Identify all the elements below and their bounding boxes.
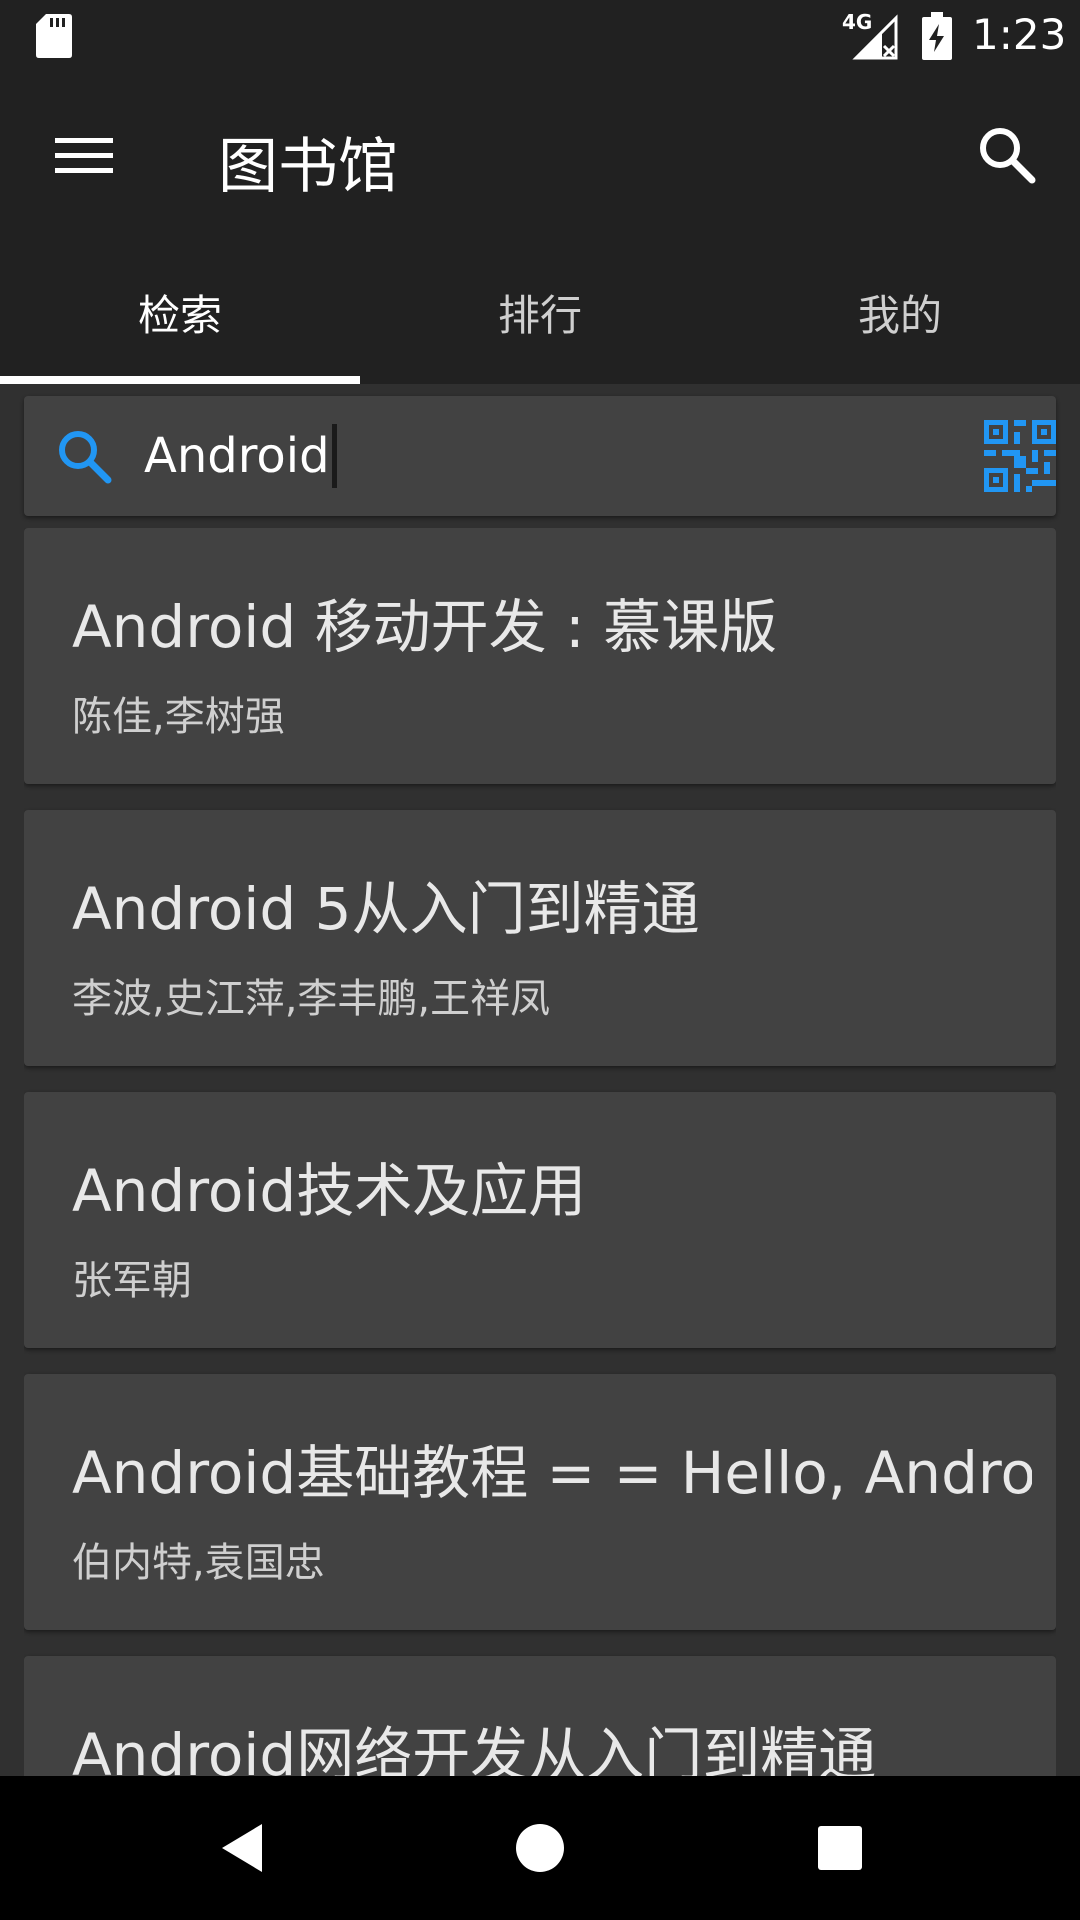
tab-bar: 检索 排行 我的: [0, 240, 1080, 384]
app-bar: 图书馆: [0, 72, 1080, 240]
status-bar: 4G 1:23: [0, 0, 1080, 72]
tab-ranking[interactable]: 排行: [360, 240, 720, 384]
book-list: Android 移动开发 : 慕课版 陈佳,李树强 Android 5从入门到精…: [24, 528, 1056, 1776]
cell-signal-icon: 4G: [842, 10, 900, 60]
home-circle-icon[interactable]: [512, 1820, 568, 1876]
text-cursor: [332, 424, 337, 488]
book-title: Android网络开发从入门到精通: [72, 1721, 877, 1776]
search-icon: [59, 431, 112, 484]
book-title: Android基础教程 = = Hello, Androi..: [72, 1439, 1032, 1507]
qr-code-icon[interactable]: [984, 420, 1056, 492]
search-input[interactable]: [144, 420, 904, 492]
tab-mine[interactable]: 我的: [720, 240, 1080, 384]
list-item[interactable]: Android 5从入门到精通 李波,史江萍,李丰鹏,王祥凤: [24, 810, 1056, 1066]
book-title: Android 5从入门到精通: [72, 875, 700, 943]
back-triangle-icon[interactable]: [214, 1820, 270, 1876]
hamburger-menu-icon[interactable]: [55, 132, 113, 180]
list-item[interactable]: Android 移动开发 : 慕课版 陈佳,李树强: [24, 528, 1056, 784]
page-title: 图书馆: [218, 132, 398, 202]
list-item[interactable]: Android基础教程 = = Hello, Androi.. 伯内特,袁国忠: [24, 1374, 1056, 1630]
search-bar: [24, 396, 1056, 516]
list-item[interactable]: Android网络开发从入门到精通: [24, 1656, 1056, 1776]
search-icon[interactable]: [976, 124, 1038, 186]
sd-card-icon: [36, 14, 72, 58]
tab-search[interactable]: 检索: [0, 240, 360, 384]
book-authors: 李波,史江萍,李丰鹏,王祥凤: [72, 976, 551, 1022]
book-title: Android 移动开发 : 慕课版: [72, 593, 778, 661]
system-navigation-bar: [0, 1776, 1080, 1920]
clock: 1:23: [972, 10, 1067, 59]
book-authors: 张军朝: [72, 1258, 192, 1304]
tab-indicator: [0, 376, 360, 384]
battery-charging-icon: [922, 12, 952, 60]
list-item[interactable]: Android技术及应用 张军朝: [24, 1092, 1056, 1348]
book-title: Android技术及应用: [72, 1157, 587, 1225]
recents-square-icon[interactable]: [812, 1820, 868, 1876]
book-authors: 陈佳,李树强: [72, 694, 285, 740]
network-type-label: 4G: [842, 10, 873, 34]
book-authors: 伯内特,袁国忠: [72, 1540, 325, 1586]
